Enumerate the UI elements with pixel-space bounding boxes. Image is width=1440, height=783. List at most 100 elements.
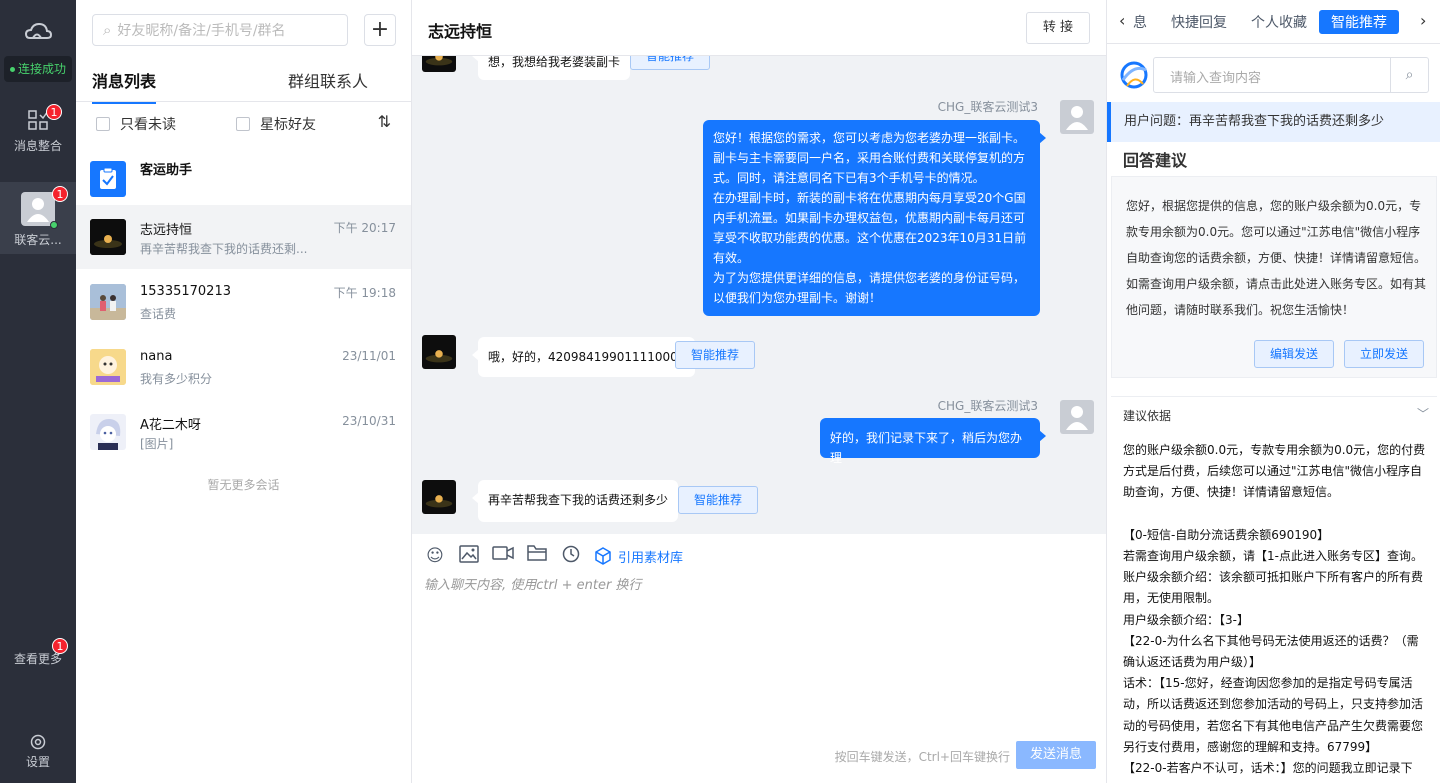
emoji-icon[interactable]: ☺ <box>424 545 446 567</box>
conversation-item[interactable]: nana 23/11/01 我有多少积分 <box>76 335 411 399</box>
cartoon-avatar-icon <box>90 349 126 385</box>
conversation-item[interactable]: 15335170213 下午 19:18 查话费 <box>76 270 411 334</box>
conversation-preview: 查话费 <box>140 307 177 321</box>
customer-avatar <box>422 480 456 514</box>
contact-search-input[interactable]: ⌕ 好友昵称/备注/手机号/群名 <box>92 14 348 46</box>
add-button[interactable]: + <box>364 14 396 46</box>
folder-icon[interactable] <box>526 545 548 567</box>
video-icon[interactable] <box>492 545 514 567</box>
conversation-time: 下午 19:18 <box>333 286 396 300</box>
avatar <box>21 192 58 229</box>
chevron-left-icon[interactable]: ‹ <box>1119 11 1125 30</box>
user-icon <box>27 198 49 222</box>
customer-avatar <box>422 335 456 369</box>
rail-label: 联客云... <box>14 233 62 247</box>
unread-only-checkbox[interactable]: 只看未读 <box>96 114 176 134</box>
customer-message: 想，我想给我老婆装副卡 <box>471 56 631 80</box>
agent-message: 您好！根据您的需求，您可以考虑为您老婆办理一张副卡。 副卡与主卡需要同一户名，采… <box>703 120 1046 316</box>
unread-badge: 1 <box>52 638 68 654</box>
smart-recommend-button[interactable]: 智能推荐 <box>678 486 758 514</box>
conversation-name: A花二木呀 <box>140 418 201 433</box>
conversation-name: 志远持恒 <box>140 223 193 238</box>
clipboard-check-icon <box>100 167 116 189</box>
rail-item-settings[interactable]: 设置 <box>0 734 76 774</box>
customer-avatar <box>422 56 456 72</box>
plus-icon: + <box>370 17 390 42</box>
smart-recommend-button[interactable]: 智能推荐 <box>675 341 755 369</box>
suggestion-basis-text: 您的账户级余额0.0元，专款专用余额为0.0元，您的付费方式是后付费，后续您可以… <box>1123 443 1426 776</box>
conversation-name: 15335170213 <box>140 284 231 299</box>
tab-group-contacts[interactable]: 群组联系人 <box>288 68 368 92</box>
conversation-time: 23/11/01 <box>342 349 396 363</box>
sunset-photo-icon <box>422 335 456 369</box>
chat-window: 志远持恒 转 接 想，我想给我老婆装副卡 智能推荐 CHG_联客云测试3 您好！… <box>412 0 1106 783</box>
avatar <box>90 219 126 255</box>
tab-smart-recommend[interactable]: 智能推荐 <box>1319 10 1399 34</box>
tab-favorites[interactable]: 个人收藏 <box>1251 12 1307 32</box>
smart-recommend-button[interactable]: 智能推荐 <box>630 56 710 70</box>
search-button[interactable]: ⌕ <box>1390 58 1428 92</box>
conversation-name: nana <box>140 349 173 364</box>
couple-photo-icon <box>90 284 126 320</box>
conversation-preview: [图片] <box>140 437 174 451</box>
unread-badge: 1 <box>46 104 62 120</box>
starred-friends-checkbox[interactable]: 星标好友 <box>236 114 316 134</box>
rail-item-see-more[interactable]: 查看更多 1 <box>0 638 76 668</box>
send-message-button[interactable]: 发送消息 <box>1016 741 1096 769</box>
conversation-time: 下午 20:17 <box>333 221 396 235</box>
quote-material-button[interactable]: 引用素材库 <box>594 547 683 566</box>
sort-icon[interactable]: ⇅ <box>378 112 391 131</box>
tab-message-list[interactable]: 消息列表 <box>92 68 157 104</box>
rail-label: 设置 <box>25 755 50 769</box>
message-list: 想，我想给我老婆装副卡 智能推荐 CHG_联客云测试3 您好！根据您的需求，您可… <box>412 56 1106 534</box>
checkbox-icon <box>96 117 110 131</box>
rail-item-message-merge[interactable]: 消息整合 1 <box>0 104 76 168</box>
gear-icon <box>30 734 46 750</box>
answer-suggestion-heading: 回答建议 <box>1123 151 1188 170</box>
customer-message: 再辛苦帮我查下我的话费还剩多少 <box>471 480 679 522</box>
rail-label: 消息整合 <box>13 139 62 153</box>
user-question: 用户问题：再辛苦帮我查下我的话费还剩多少 <box>1107 102 1440 142</box>
avatar <box>90 161 126 197</box>
clock-icon[interactable] <box>560 545 582 567</box>
cube-icon <box>595 547 611 565</box>
avatar <box>90 414 126 450</box>
avatar <box>90 349 126 385</box>
cloud-logo-icon <box>24 22 52 39</box>
conversation-item[interactable]: 客运助手 <box>76 147 411 211</box>
suggestion-basis-header[interactable]: 建议依据 ﹀ <box>1111 396 1437 426</box>
sunset-photo-icon <box>90 219 126 255</box>
conversation-item[interactable]: 志远持恒 下午 20:17 再辛苦帮我查下我的话费还剩... <box>76 205 411 269</box>
image-icon[interactable] <box>458 545 480 567</box>
user-icon <box>1066 406 1088 430</box>
sunset-photo-icon <box>422 56 456 72</box>
agent-message: 好的，我们记录下来了，稍后为您办理 <box>820 418 1046 465</box>
checkbox-icon <box>236 117 250 131</box>
transfer-button[interactable]: 转 接 <box>1026 12 1090 44</box>
tab-quick-reply[interactable]: 快捷回复 <box>1171 12 1227 32</box>
sunset-photo-icon <box>422 480 456 514</box>
composer-toolbar: ☺ 引用素材库 <box>424 544 683 568</box>
conversation-preview: 再辛苦帮我查下我的话费还剩... <box>140 242 308 256</box>
message-input[interactable]: 输入聊天内容, 使用ctrl + enter 换行 <box>424 574 641 593</box>
knowledge-search-input[interactable]: 请输入查询内容 ⌕ <box>1153 57 1429 93</box>
edit-send-button[interactable]: 编辑发送 <box>1254 340 1334 368</box>
conversation-item[interactable]: A花二木呀 23/10/31 [图片] <box>76 400 411 464</box>
search-icon: ⌕ <box>103 21 112 39</box>
no-more-conversations: 暂无更多会话 <box>207 478 280 492</box>
conversation-panel: ⌕ 好友昵称/备注/手机号/群名 + 消息列表 群组联系人 只看未读 星标好友 … <box>76 0 412 783</box>
online-dot-icon <box>50 221 58 229</box>
chevron-right-icon[interactable]: › <box>1420 11 1426 30</box>
conversation-time: 23/10/31 <box>342 414 396 428</box>
suggestion-basis-title: 建议依据 <box>1123 409 1172 423</box>
instant-send-button[interactable]: 立即发送 <box>1344 340 1424 368</box>
connection-status: 连接成功 <box>4 56 72 82</box>
customer-message: 哦，好的，420984199011110008 <box>471 337 696 377</box>
tab-info[interactable]: 息 <box>1133 12 1147 32</box>
agent-avatar <box>1060 100 1094 134</box>
anime-avatar-icon <box>90 414 126 450</box>
unread-badge: 1 <box>52 186 68 202</box>
answer-suggestion-text: 您好，根据您提供的信息，您的账户级余额为0.0元，专款专用余额为0.0元。您可以… <box>1126 199 1427 317</box>
conversation-preview: 我有多少积分 <box>140 372 213 386</box>
rail-item-lianke-cloud[interactable]: 联客云... 1 <box>0 182 76 254</box>
